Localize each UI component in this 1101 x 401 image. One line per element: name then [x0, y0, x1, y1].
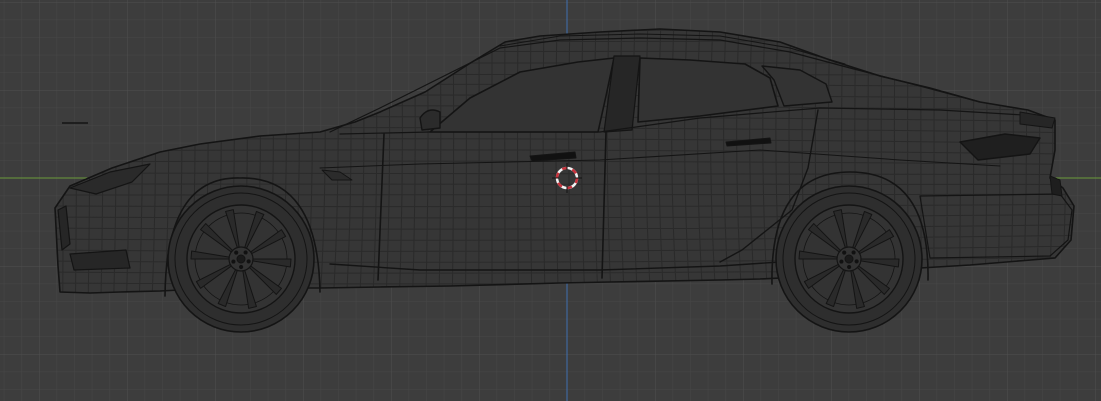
lug-nut [243, 250, 248, 255]
lug-nut [234, 250, 239, 255]
front-fog-light [69, 249, 131, 271]
front-wheel [167, 185, 315, 333]
lug-nut [839, 259, 844, 264]
lug-nut [851, 250, 856, 255]
lug-nut [847, 264, 852, 270]
lug-nut [231, 259, 236, 264]
viewport-canvas[interactable] [0, 0, 1101, 401]
rear-wheel [775, 185, 923, 333]
3d-viewport[interactable] [0, 0, 1101, 401]
lug-nut [842, 250, 847, 255]
lug-nut [854, 259, 859, 264]
lug-nut [239, 264, 244, 270]
lug-nut [246, 259, 251, 264]
hub-cap [236, 254, 246, 264]
hub-cap [844, 254, 854, 264]
